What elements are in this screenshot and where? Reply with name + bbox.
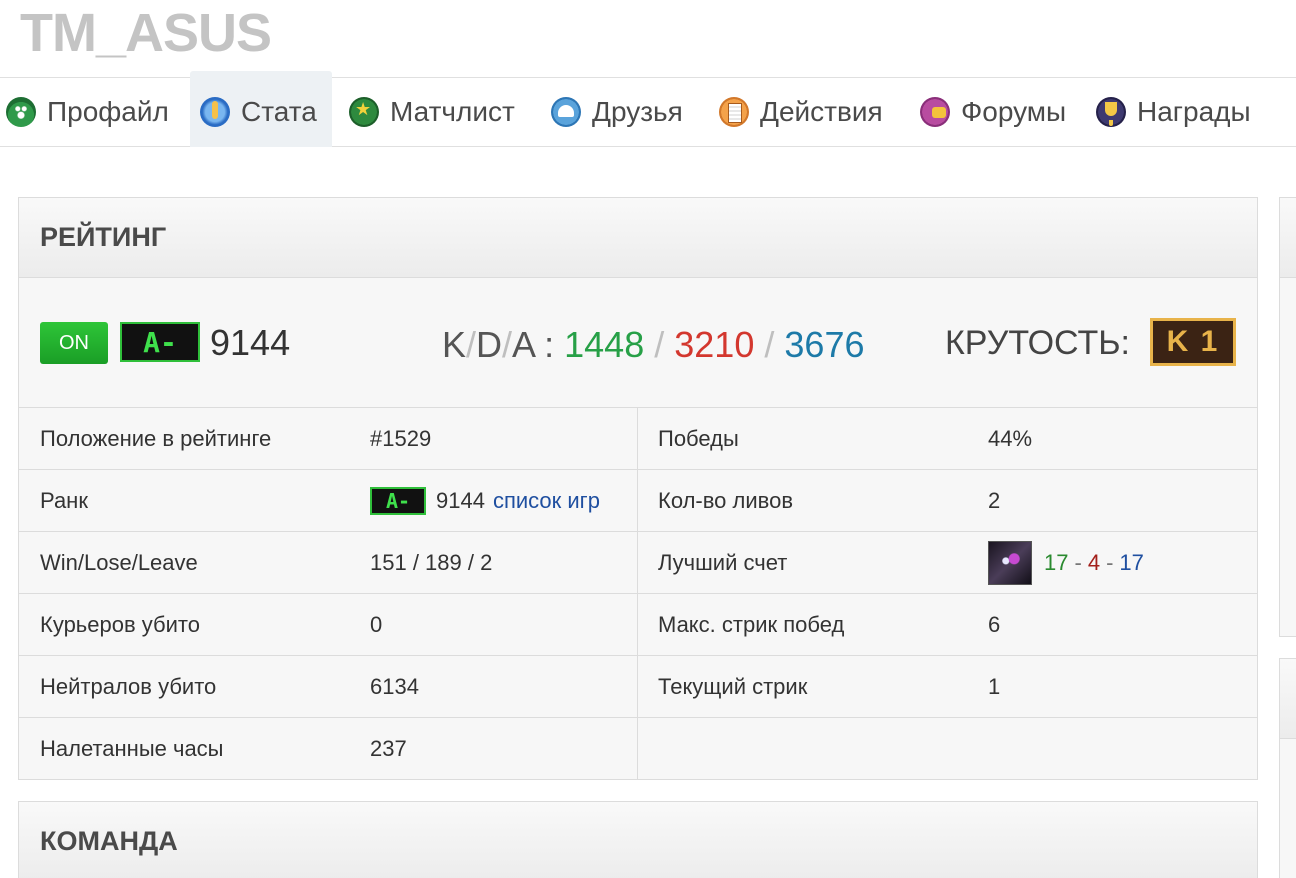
hero-avatar[interactable] xyxy=(988,541,1032,585)
tab-matchlist-label: Матчлист xyxy=(390,96,515,127)
stat-label: Положение в рейтинге xyxy=(40,426,272,451)
rating-panel: РЕЙТИНГ ON A- 9144 K/D/A : 1448 / 3210 /… xyxy=(18,197,1258,780)
actions-icon xyxy=(719,97,749,127)
kda-kills: 1448 xyxy=(564,324,645,365)
table-row: Курьеров убито 0 Макс. стрик побед 6 xyxy=(19,594,1257,656)
rank-badge: A- xyxy=(120,322,200,362)
stat-value: 0 xyxy=(370,612,383,637)
score-separator: - xyxy=(1074,550,1082,575)
games-list-link[interactable]: список игр xyxy=(493,488,600,514)
awards-icon xyxy=(1096,97,1126,127)
tab-forums[interactable]: Форумы xyxy=(920,71,1066,147)
stat-value: #1529 xyxy=(370,426,432,451)
status-badge: ON xyxy=(40,322,108,364)
rating-panel-title: РЕЙТИНГ xyxy=(19,198,1257,278)
kda-label-sep: / xyxy=(502,324,513,365)
stat-label: Макс. стрик побед xyxy=(658,612,845,637)
profile-icon xyxy=(6,97,36,127)
rating-summary: ON A- 9144 K/D/A : 1448 / 3210 / 3676 КР… xyxy=(19,278,1257,408)
stats-icon xyxy=(200,97,230,127)
tab-awards-label: Награды xyxy=(1137,96,1251,127)
stat-label: Текущий стрик xyxy=(658,674,808,699)
side-panel-bottom xyxy=(1279,658,1296,878)
stat-value: 151 / 189 / 2 xyxy=(370,550,493,575)
best-assists: 17 xyxy=(1119,550,1144,575)
tab-matchlist[interactable]: Матчлист xyxy=(349,71,515,147)
stat-value: 44% xyxy=(988,426,1033,451)
stats-table: Положение в рейтинге #1529 Победы 44% Ра… xyxy=(19,408,1257,780)
tab-actions[interactable]: Действия xyxy=(719,71,883,147)
forums-icon xyxy=(920,97,950,127)
stat-value: 6134 xyxy=(370,674,419,699)
rank-badge-small: A- xyxy=(370,487,426,515)
table-row: Win/Lose/Leave 151 / 189 / 2 Лучший счет… xyxy=(19,532,1257,594)
stat-value: 6 xyxy=(988,612,1001,637)
rank-cell: A- 9144 список игр xyxy=(370,470,600,532)
tab-forums-label: Форумы xyxy=(961,96,1067,127)
kda-assists: 3676 xyxy=(784,324,865,365)
kda-separator: / xyxy=(654,324,665,365)
tab-friends-label: Друзья xyxy=(592,96,683,127)
kda-label-d: D xyxy=(476,324,503,365)
team-panel-title: КОМАНДА xyxy=(19,802,1257,878)
table-row: Ранк A- 9144 список игр Кол-во ливов 2 xyxy=(19,470,1257,532)
matchlist-icon xyxy=(349,97,379,127)
table-row: Нейтралов убито 6134 Текущий стрик 1 xyxy=(19,656,1257,718)
stat-label: Победы xyxy=(658,426,739,451)
tab-awards[interactable]: Награды xyxy=(1096,71,1251,147)
stat-label: Нейтралов убито xyxy=(40,674,217,699)
side-panel-header xyxy=(1280,198,1296,278)
score-separator: - xyxy=(1106,550,1114,575)
coolness-label: КРУТОСТЬ: xyxy=(945,324,1130,362)
stat-label: Кол-во ливов xyxy=(658,488,794,513)
tab-actions-label: Действия xyxy=(760,96,883,127)
tab-friends[interactable]: Друзья xyxy=(551,71,683,147)
stat-value: 2 xyxy=(988,488,1001,513)
coolness-badge: K 1 xyxy=(1150,318,1236,366)
stat-value: 1 xyxy=(988,674,1001,699)
tab-profile-label: Профайл xyxy=(47,96,169,127)
stat-label: Win/Lose/Leave xyxy=(40,550,198,575)
stat-label: Курьеров убито xyxy=(40,612,200,637)
kda-deaths: 3210 xyxy=(674,324,755,365)
tab-profile[interactable]: Профайл xyxy=(6,71,169,147)
kda-label-a: A xyxy=(512,324,535,365)
stat-label: Лучший счет xyxy=(658,550,788,575)
kda-label-k: K xyxy=(442,324,467,365)
team-panel: КОМАНДА xyxy=(18,801,1258,878)
profile-tabs: Профайл Стата Матчлист Друзья Действия Ф… xyxy=(0,71,1296,147)
best-kills: 17 xyxy=(1044,550,1069,575)
stat-label: Налетанные часы xyxy=(40,736,224,761)
best-deaths: 4 xyxy=(1087,550,1101,575)
kda-summary: K/D/A : 1448 / 3210 / 3676 xyxy=(442,324,865,366)
table-row: Налетанные часы 237 xyxy=(19,718,1257,780)
side-panel-top xyxy=(1279,197,1296,637)
stat-label: Ранк xyxy=(40,488,88,513)
username-title: TM_ASUS xyxy=(20,3,272,63)
kda-colon: : xyxy=(544,324,555,365)
kda-label-sep: / xyxy=(466,324,477,365)
table-row: Положение в рейтинге #1529 Победы 44% xyxy=(19,408,1257,470)
rank-value: 9144 xyxy=(436,488,485,513)
friends-icon xyxy=(551,97,581,127)
best-score[interactable]: 17 - 4 - 17 xyxy=(988,532,1144,594)
side-panel-header xyxy=(1280,659,1296,739)
tab-stats-label: Стата xyxy=(241,96,317,127)
kda-separator: / xyxy=(764,324,775,365)
stat-value: 237 xyxy=(370,736,407,761)
tab-stats[interactable]: Стата xyxy=(190,71,332,147)
rating-value: 9144 xyxy=(210,322,291,363)
